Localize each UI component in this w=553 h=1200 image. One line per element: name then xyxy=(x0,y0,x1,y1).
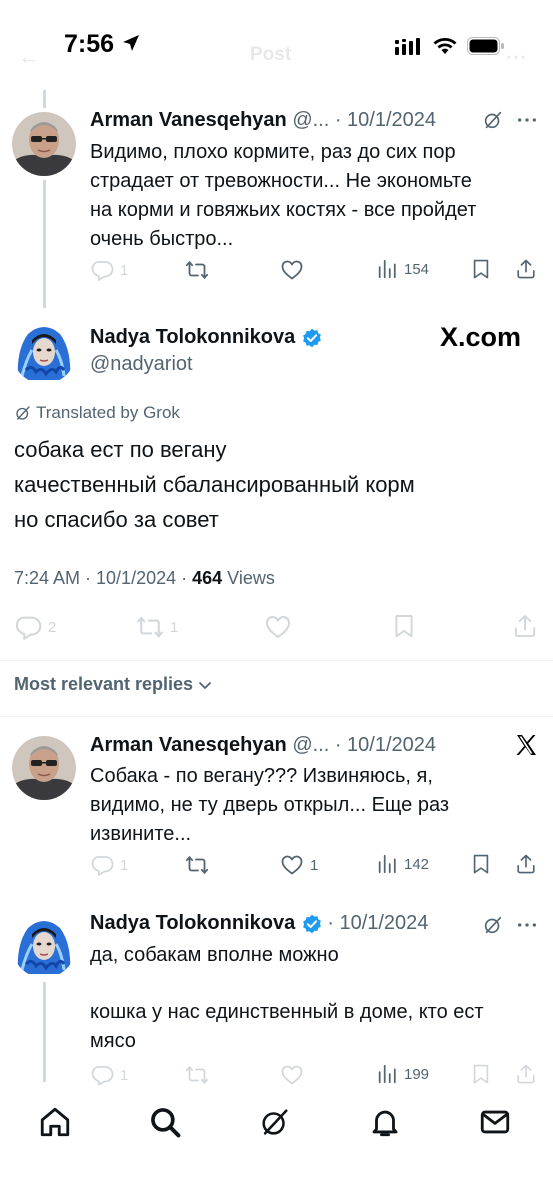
search-icon[interactable] xyxy=(148,1105,182,1139)
verified-badge-icon xyxy=(301,913,323,935)
x-logo-icon xyxy=(516,735,536,755)
battery-icon xyxy=(467,37,504,55)
location-arrow-icon xyxy=(123,35,139,51)
grok-icon[interactable] xyxy=(482,914,504,936)
repost-button[interactable] xyxy=(185,258,209,282)
views-button[interactable]: 142 xyxy=(376,853,429,875)
translated-by-grok[interactable]: Translated by Grok xyxy=(14,403,180,423)
grok-icon[interactable] xyxy=(258,1105,292,1139)
tweet-text: Видимо, плохо кормите, раз до сих пор ст… xyxy=(90,141,477,250)
like-button[interactable] xyxy=(264,613,292,641)
author-name[interactable]: Nadya Tolokonnikova xyxy=(90,326,323,349)
author-line: Nadya Tolokonnikova · 10/1/2024 xyxy=(90,912,428,935)
like-button[interactable] xyxy=(280,258,304,282)
wifi-icon xyxy=(433,38,457,54)
avatar[interactable] xyxy=(12,112,76,176)
repost-button[interactable] xyxy=(185,853,209,877)
status-bar: ← Post ⋯ 7:56 xyxy=(0,0,553,90)
bottom-navigation xyxy=(0,1085,553,1200)
reply-button[interactable]: 1 xyxy=(90,1063,128,1087)
repost-button[interactable] xyxy=(185,1063,209,1087)
divider xyxy=(0,660,553,661)
status-time: 7:56 xyxy=(64,30,115,58)
like-button[interactable] xyxy=(280,1063,304,1087)
chevron-down-icon xyxy=(199,681,211,689)
tweet-actions: 1 1 142 xyxy=(90,853,545,883)
notifications-bell-icon[interactable] xyxy=(368,1105,402,1139)
verified-badge-icon xyxy=(301,327,323,349)
sort-replies-dropdown[interactable]: Most relevant replies xyxy=(14,674,213,695)
author-line: Arman Vanesqehyan @... · 10/1/2024 xyxy=(90,734,436,757)
views-button[interactable]: 154 xyxy=(376,258,429,280)
header-action-icon[interactable]: ⋯ xyxy=(505,44,527,70)
tweet-text: да, собакам вполне можно кошка у нас еди… xyxy=(90,944,484,1052)
author-name[interactable]: Arman Vanesqehyan xyxy=(90,734,287,756)
bookmark-button[interactable] xyxy=(391,613,417,639)
tweet-actions: 2 1 xyxy=(14,613,544,643)
cellular-signal-icon xyxy=(395,38,420,55)
author-meta: @... · 10/1/2024 xyxy=(292,734,437,756)
tweet-timestamp: 7:24 AM · 10/1/2024 · 464 Views xyxy=(14,568,275,588)
bookmark-button[interactable] xyxy=(470,853,492,875)
share-button[interactable] xyxy=(512,613,538,639)
author-name[interactable]: Arman Vanesqehyan xyxy=(90,109,287,131)
views-button[interactable]: 199 xyxy=(376,1063,429,1085)
divider xyxy=(0,716,553,717)
reply-button[interactable]: 1 xyxy=(90,258,128,282)
author-name[interactable]: Nadya Tolokonnikova xyxy=(90,912,295,935)
grok-icon[interactable] xyxy=(482,109,504,131)
share-button[interactable] xyxy=(515,853,537,875)
author-meta: @... · 10/1/2024 xyxy=(292,109,437,131)
author-line: Arman Vanesqehyan @... · 10/1/2024 xyxy=(90,109,436,132)
thread-line xyxy=(43,180,46,308)
more-icon[interactable] xyxy=(516,109,538,131)
share-button[interactable] xyxy=(515,258,537,280)
faded-header-title: Post xyxy=(250,44,292,65)
avatar[interactable] xyxy=(12,914,76,978)
thread-line xyxy=(43,982,46,1082)
avatar[interactable] xyxy=(12,320,76,384)
avatar[interactable] xyxy=(12,736,76,800)
bookmark-button[interactable] xyxy=(470,258,492,280)
reply-button[interactable]: 1 xyxy=(90,853,128,877)
back-arrow-icon[interactable]: ← xyxy=(18,44,40,70)
grok-icon xyxy=(14,404,32,422)
xcom-watermark: X.com xyxy=(440,322,522,352)
reply-button[interactable]: 2 xyxy=(14,613,56,641)
home-icon[interactable] xyxy=(38,1105,72,1139)
share-button[interactable] xyxy=(515,1063,537,1085)
repost-button[interactable]: 1 xyxy=(136,613,178,641)
bookmark-button[interactable] xyxy=(470,1063,492,1085)
tweet-text: собака ест по вегану качественный сбалан… xyxy=(14,437,415,532)
views-count: 464 xyxy=(192,568,223,588)
more-icon[interactable] xyxy=(516,914,538,936)
author-handle[interactable]: @nadyariot xyxy=(90,353,193,376)
tweet-text: Собака - по вегану??? Извиняюсь, я, види… xyxy=(90,765,450,845)
messages-icon[interactable] xyxy=(478,1105,512,1139)
author-meta: · 10/1/2024 xyxy=(327,912,429,934)
like-button[interactable]: 1 xyxy=(280,853,318,877)
tweet-actions: 1 154 xyxy=(90,258,545,288)
